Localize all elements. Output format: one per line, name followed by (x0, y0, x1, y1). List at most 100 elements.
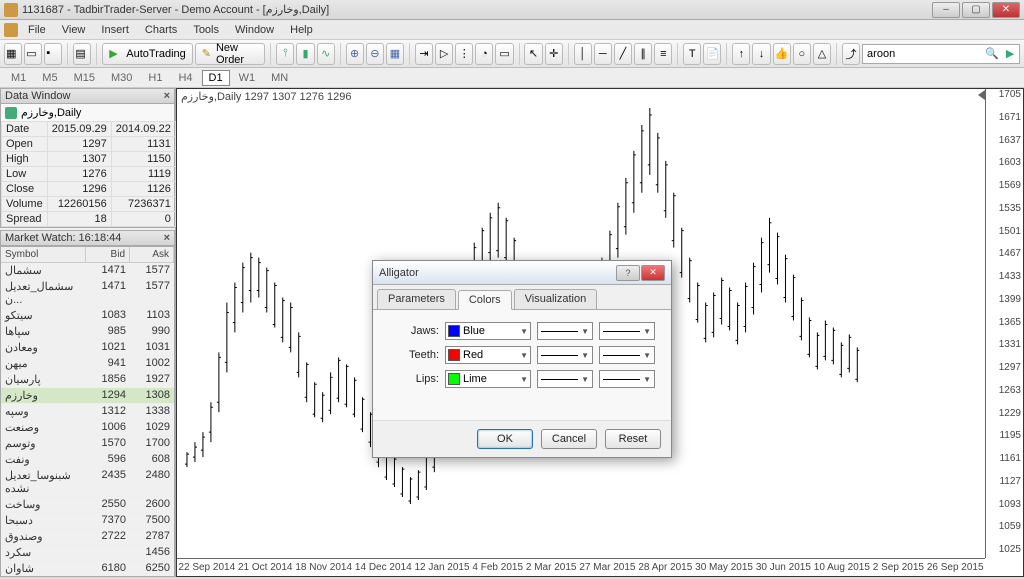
list-item[interactable]: وصندوق27222787 (1, 529, 174, 545)
col-ask[interactable]: Ask (130, 247, 174, 262)
reset-button[interactable]: Reset (605, 429, 661, 449)
channel-button[interactable]: ∥ (634, 43, 652, 65)
thumbs-up-button[interactable]: 👍 (773, 43, 791, 65)
menu-help[interactable]: Help (282, 22, 321, 38)
dialog-titlebar[interactable]: Alligator ? ✕ (373, 261, 671, 285)
list-item[interactable]: سپاها985990 (1, 324, 174, 340)
menu-tools[interactable]: Tools (185, 22, 227, 38)
list-item[interactable]: سشمال14711577 (1, 263, 174, 279)
list-item[interactable]: سکرد1456 (1, 545, 174, 561)
tf-w1[interactable]: W1 (232, 70, 263, 86)
periods-button[interactable]: ◔ (475, 43, 493, 65)
label-button[interactable]: 📄 (703, 43, 721, 65)
menu-charts[interactable]: Charts (137, 22, 185, 38)
arrow-up-button[interactable]: ↑ (732, 43, 750, 65)
tf-mn[interactable]: MN (264, 70, 295, 86)
list-item[interactable]: ومعادن10211031 (1, 340, 174, 356)
arrow-down-button[interactable]: ↓ (752, 43, 770, 65)
search-go-icon[interactable]: ▶ (1001, 45, 1019, 63)
tab-colors[interactable]: Colors (458, 290, 512, 310)
list-item[interactable]: وسپه13121338 (1, 404, 174, 420)
tf-d1[interactable]: D1 (202, 70, 230, 86)
line-style-select[interactable]: ▼ (537, 346, 593, 364)
expert-button[interactable]: ⤴ (842, 43, 860, 65)
list-item[interactable]: میهن9411002 (1, 356, 174, 372)
list-item[interactable]: دسبحا73707500 (1, 513, 174, 529)
line-width-select[interactable]: ▼ (599, 346, 655, 364)
line-style-select[interactable]: ▼ (537, 322, 593, 340)
tf-m15[interactable]: M15 (67, 70, 102, 86)
list-item[interactable]: وتوسم15701700 (1, 436, 174, 452)
tab-visualization[interactable]: Visualization (514, 289, 598, 309)
tf-h4[interactable]: H4 (171, 70, 199, 86)
data-window-close[interactable]: × (164, 90, 170, 102)
menu-window[interactable]: Window (227, 22, 282, 38)
maximize-button[interactable]: ▢ (962, 2, 990, 18)
cursor-button[interactable]: ↖ (524, 43, 542, 65)
circle-button[interactable]: ○ (793, 43, 811, 65)
list-item[interactable]: شبنوسا_تعدیل نشده24352480 (1, 468, 174, 497)
vline-button[interactable]: │ (574, 43, 592, 65)
list-item[interactable]: پارسیان18561927 (1, 372, 174, 388)
tile-button[interactable]: ▦ (386, 43, 404, 65)
profile-button[interactable]: ▭ (24, 43, 42, 65)
list-item[interactable]: سیتکو10831103 (1, 308, 174, 324)
col-symbol[interactable]: Symbol (1, 247, 86, 262)
tf-m30[interactable]: M30 (104, 70, 139, 86)
save-button[interactable]: ▪ (44, 43, 62, 65)
templates-button[interactable]: ▭ (495, 43, 513, 65)
list-item[interactable]: ونفت596608 (1, 452, 174, 468)
list-item[interactable]: وخارزم12941308 (1, 388, 174, 404)
zoom-in-button[interactable]: ⊕ (346, 43, 364, 65)
color-select[interactable]: ▼ (445, 322, 531, 340)
menu-file[interactable]: File (20, 22, 54, 38)
bar-chart-button[interactable]: ⫯ (276, 43, 294, 65)
menu-view[interactable]: View (54, 22, 94, 38)
color-name-input[interactable] (463, 372, 509, 386)
new-order-button[interactable]: ✎New Order (195, 43, 266, 65)
symbol-search[interactable]: 🔍 ▶ (862, 44, 1020, 64)
color-name-input[interactable] (463, 348, 509, 362)
text-button[interactable]: T (683, 43, 701, 65)
hline-button[interactable]: ─ (594, 43, 612, 65)
indicators-button[interactable]: ⋮ (455, 43, 473, 65)
list-item[interactable]: وصنعت10061029 (1, 420, 174, 436)
line-style-select[interactable]: ▼ (537, 370, 593, 388)
chart-shift-triangle[interactable] (978, 90, 985, 100)
zoom-out-button[interactable]: ⊖ (366, 43, 384, 65)
dialog-close-button[interactable]: ✕ (641, 265, 665, 281)
fibo-button[interactable]: ≡ (654, 43, 672, 65)
search-input[interactable] (863, 45, 983, 63)
trendline-button[interactable]: ╱ (614, 43, 632, 65)
tf-h1[interactable]: H1 (141, 70, 169, 86)
triangle-button[interactable]: △ (813, 43, 831, 65)
color-select[interactable]: ▼ (445, 370, 531, 388)
market-watch-close[interactable]: × (164, 232, 170, 244)
list-item[interactable]: شاوان61806250 (1, 561, 174, 577)
print-button[interactable]: ▤ (73, 43, 91, 65)
list-item[interactable]: سشمال_تعدیل ن...14711577 (1, 279, 174, 308)
search-icon[interactable]: 🔍 (983, 45, 1001, 63)
tf-m5[interactable]: M5 (35, 70, 64, 86)
line-chart-button[interactable]: ∿ (317, 43, 335, 65)
cancel-button[interactable]: Cancel (541, 429, 597, 449)
crosshair-button[interactable]: ✛ (545, 43, 563, 65)
chartshift-button[interactable]: ▷ (435, 43, 453, 65)
close-button[interactable]: ✕ (992, 2, 1020, 18)
candle-chart-button[interactable]: ▮ (296, 43, 314, 65)
color-select[interactable]: ▼ (445, 346, 531, 364)
autoscroll-button[interactable]: ⇥ (415, 43, 433, 65)
dialog-help-button[interactable]: ? (616, 265, 640, 281)
minimize-button[interactable]: – (932, 2, 960, 18)
menu-insert[interactable]: Insert (93, 22, 137, 38)
ok-button[interactable]: OK (477, 429, 533, 449)
list-item[interactable]: وساخت25502600 (1, 497, 174, 513)
autotrading-button[interactable]: ▶AutoTrading (102, 43, 193, 65)
line-width-select[interactable]: ▼ (599, 322, 655, 340)
line-width-select[interactable]: ▼ (599, 370, 655, 388)
new-chart-button[interactable]: ▦ (4, 43, 22, 65)
col-bid[interactable]: Bid (86, 247, 130, 262)
tf-m1[interactable]: M1 (4, 70, 33, 86)
tab-parameters[interactable]: Parameters (377, 289, 456, 309)
color-name-input[interactable] (463, 324, 509, 338)
